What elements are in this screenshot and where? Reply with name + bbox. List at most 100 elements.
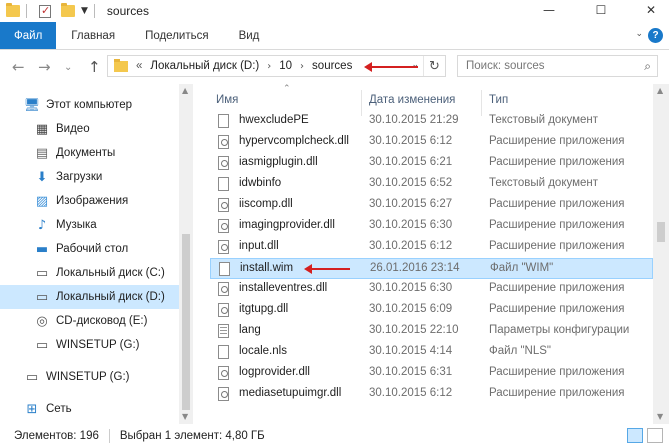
divider: [93, 4, 95, 18]
computer-icon: 🖥: [23, 97, 41, 113]
file-list-scroll-thumb[interactable]: [657, 222, 665, 242]
navigation-pane[interactable]: 🖥 Этот компьютер ▦ Видео ▤ Документы ⬇ З…: [0, 84, 193, 424]
tab-file[interactable]: Файл: [0, 22, 57, 49]
search-input[interactable]: Поиск: sources ⌕: [457, 55, 658, 77]
file-list-scrollbar[interactable]: ▲ ▼: [653, 84, 669, 424]
sidebar-item-drive-d[interactable]: ▭ Локальный диск (D:): [0, 285, 179, 309]
file-date: 30.10.2015 4:14: [369, 345, 453, 357]
sidebar-item-label: Загрузки: [56, 171, 103, 183]
sidebar-item-network[interactable]: ⊞ Сеть: [0, 397, 179, 421]
table-row[interactable]: hypervcomplcheck.dll 30.10.2015 6:12 Рас…: [210, 132, 653, 153]
table-row[interactable]: iasmigplugin.dll 30.10.2015 6:21 Расшире…: [210, 153, 653, 174]
annotation-arrow: [304, 264, 350, 274]
table-row[interactable]: hwexcludePE 30.10.2015 21:29 Текстовый д…: [210, 111, 653, 132]
nls-file-icon: [218, 345, 229, 359]
sidebar-item-pictures[interactable]: ▨ Изображения: [0, 189, 179, 213]
table-row[interactable]: installeventres.dll 30.10.2015 6:30 Расш…: [210, 279, 653, 300]
file-date: 30.10.2015 6:12: [369, 135, 453, 147]
file-type: Текстовый документ: [489, 114, 599, 126]
address-dropdown-icon[interactable]: ⌄: [411, 60, 419, 70]
table-row[interactable]: input.dll 30.10.2015 6:12 Расширение при…: [210, 237, 653, 258]
close-button[interactable]: ✕: [634, 0, 668, 20]
tab-view[interactable]: Вид: [224, 22, 275, 49]
new-folder-icon[interactable]: [61, 3, 75, 17]
table-row[interactable]: iiscomp.dll 30.10.2015 6:27 Расширение п…: [210, 195, 653, 216]
file-name: lang: [239, 324, 261, 336]
table-row[interactable]: itgtupg.dll 30.10.2015 6:09 Расширение п…: [210, 300, 653, 321]
scroll-down-icon[interactable]: ▼: [182, 412, 188, 421]
breadcrumb-overflow[interactable]: «: [136, 60, 142, 72]
tab-share[interactable]: Поделиться: [130, 22, 224, 49]
window-title: sources: [106, 4, 149, 18]
sidebar-item-label: WINSETUP (G:): [46, 371, 130, 383]
minimize-button[interactable]: —: [532, 0, 566, 20]
file-name: installeventres.dll: [239, 282, 328, 294]
file-date: 30.10.2015 6:12: [369, 387, 453, 399]
recent-locations-icon[interactable]: ⌄: [64, 62, 72, 73]
help-icon[interactable]: ?: [648, 28, 663, 43]
tab-home[interactable]: Главная: [56, 22, 130, 49]
downloads-icon: ⬇: [36, 169, 48, 185]
table-row-selected[interactable]: install.wim 26.01.2016 23:14 Файл "WIM": [210, 258, 653, 279]
quick-access-dropdown-icon[interactable]: ▼: [81, 6, 88, 16]
sidebar-item-winsetup-g[interactable]: ▭ WINSETUP (G:): [0, 333, 179, 357]
chevron-right-icon[interactable]: ›: [267, 61, 271, 72]
table-row[interactable]: locale.nls 30.10.2015 4:14 Файл "NLS": [210, 342, 653, 363]
sidebar-scroll-thumb[interactable]: [182, 234, 190, 410]
music-icon: ♪: [37, 217, 47, 233]
file-list[interactable]: ⌃ Имя Дата изменения Тип hwexcludePE 30.…: [207, 84, 653, 424]
scroll-down-icon[interactable]: ▼: [657, 412, 663, 421]
sidebar-item-downloads[interactable]: ⬇ Загрузки: [0, 165, 179, 189]
file-name: locale.nls: [239, 345, 287, 357]
up-icon[interactable]: ↑: [88, 58, 101, 76]
file-type: Расширение приложения: [489, 303, 625, 315]
forward-icon[interactable]: →: [38, 58, 51, 76]
table-row[interactable]: imagingprovider.dll 30.10.2015 6:30 Расш…: [210, 216, 653, 237]
breadcrumb-drive-d[interactable]: Локальный диск (D:): [150, 60, 259, 72]
sidebar-item-this-pc[interactable]: 🖥 Этот компьютер: [0, 93, 179, 117]
search-placeholder: Поиск: sources: [466, 60, 545, 72]
table-row[interactable]: mediasetupuimgr.dll 30.10.2015 6:12 Расш…: [210, 384, 653, 405]
wim-file-icon: [219, 262, 230, 276]
network-icon: ⊞: [26, 401, 38, 417]
text-file-icon: [218, 177, 229, 191]
scroll-up-icon[interactable]: ▲: [657, 86, 663, 95]
file-date: 30.10.2015 6:30: [369, 282, 453, 294]
file-date: 30.10.2015 21:29: [369, 114, 459, 126]
table-row[interactable]: idwbinfo 30.10.2015 6:52 Текстовый докум…: [210, 174, 653, 195]
sidebar-item-video[interactable]: ▦ Видео: [0, 117, 179, 141]
dll-file-icon: [218, 198, 229, 212]
drive-c-icon: ▭: [35, 265, 49, 281]
sidebar-item-winsetup-g-root[interactable]: ▭ WINSETUP (G:): [0, 365, 179, 389]
dll-file-icon: [218, 282, 229, 296]
table-row[interactable]: lang 30.10.2015 22:10 Параметры конфигур…: [210, 321, 653, 342]
large-icons-view-icon[interactable]: [647, 428, 663, 443]
back-icon[interactable]: ←: [12, 58, 25, 76]
chevron-right-icon[interactable]: ›: [300, 61, 304, 72]
sidebar-item-label: CD-дисковод (E:): [56, 315, 148, 327]
table-row[interactable]: logprovider.dll 30.10.2015 6:31 Расширен…: [210, 363, 653, 384]
details-view-icon[interactable]: [627, 428, 643, 443]
sidebar-item-cd-drive[interactable]: ◎ CD-дисковод (E:): [0, 309, 179, 333]
file-name: imagingprovider.dll: [239, 219, 335, 231]
search-icon[interactable]: ⌕: [644, 59, 651, 74]
file-name: mediasetupuimgr.dll: [239, 387, 342, 399]
scroll-up-icon[interactable]: ▲: [182, 86, 188, 95]
sidebar-scrollbar[interactable]: ▲ ▼: [179, 84, 193, 424]
refresh-icon[interactable]: ↻: [423, 56, 445, 76]
folder-icon: [114, 58, 128, 72]
sidebar-item-drive-c[interactable]: ▭ Локальный диск (C:): [0, 261, 179, 285]
maximize-button[interactable]: ☐: [584, 0, 618, 20]
sidebar-item-desktop[interactable]: ▬ Рабочий стол: [0, 237, 179, 261]
properties-icon[interactable]: [39, 4, 51, 18]
sidebar-item-documents[interactable]: ▤ Документы: [0, 141, 179, 165]
breadcrumb-10[interactable]: 10: [279, 60, 292, 72]
ribbon-expand-icon[interactable]: ⌄: [635, 29, 643, 39]
file-date: 30.10.2015 6:52: [369, 177, 453, 189]
usb-drive-icon: ▭: [35, 337, 49, 353]
sidebar-item-music[interactable]: ♪ Музыка: [0, 213, 179, 237]
dll-file-icon: [218, 219, 229, 233]
drive-d-icon: ▭: [35, 289, 49, 305]
breadcrumb-sources[interactable]: sources: [312, 60, 352, 72]
desktop-icon: ▬: [35, 241, 49, 257]
